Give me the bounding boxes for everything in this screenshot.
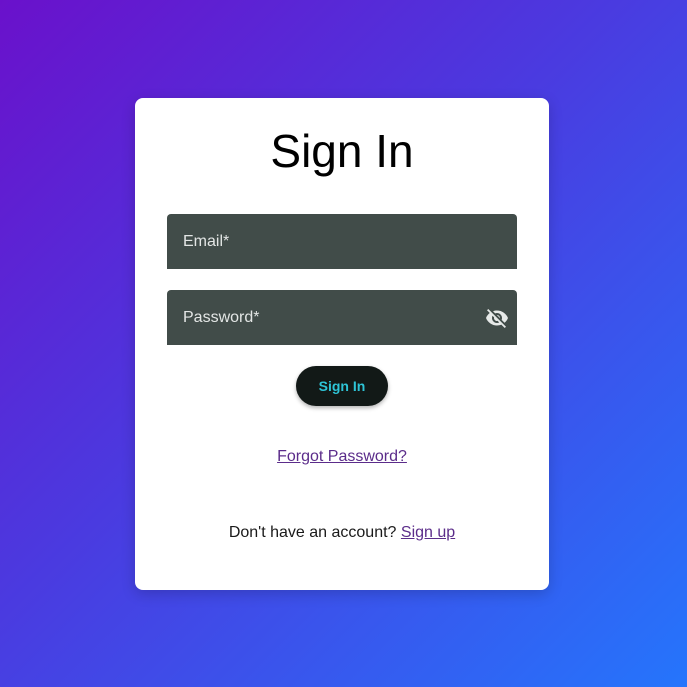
signup-prompt: Don't have an account? bbox=[228, 524, 397, 541]
password-field[interactable] bbox=[167, 290, 517, 345]
email-field[interactable] bbox=[167, 214, 517, 269]
eye-off-icon[interactable] bbox=[485, 306, 509, 330]
password-field-container bbox=[167, 290, 517, 345]
sign-up-link[interactable]: Sign up bbox=[401, 524, 455, 541]
signup-row: Don't have an account? Sign up bbox=[135, 524, 549, 542]
sign-in-card: Sign In Sign In Forgot Password? Don't h… bbox=[135, 98, 549, 590]
sign-in-button[interactable]: Sign In bbox=[296, 366, 388, 406]
page-title: Sign In bbox=[270, 125, 414, 177]
forgot-password-row: Forgot Password? bbox=[135, 448, 549, 466]
email-field-container bbox=[167, 214, 517, 269]
forgot-password-link[interactable]: Forgot Password? bbox=[277, 448, 407, 465]
